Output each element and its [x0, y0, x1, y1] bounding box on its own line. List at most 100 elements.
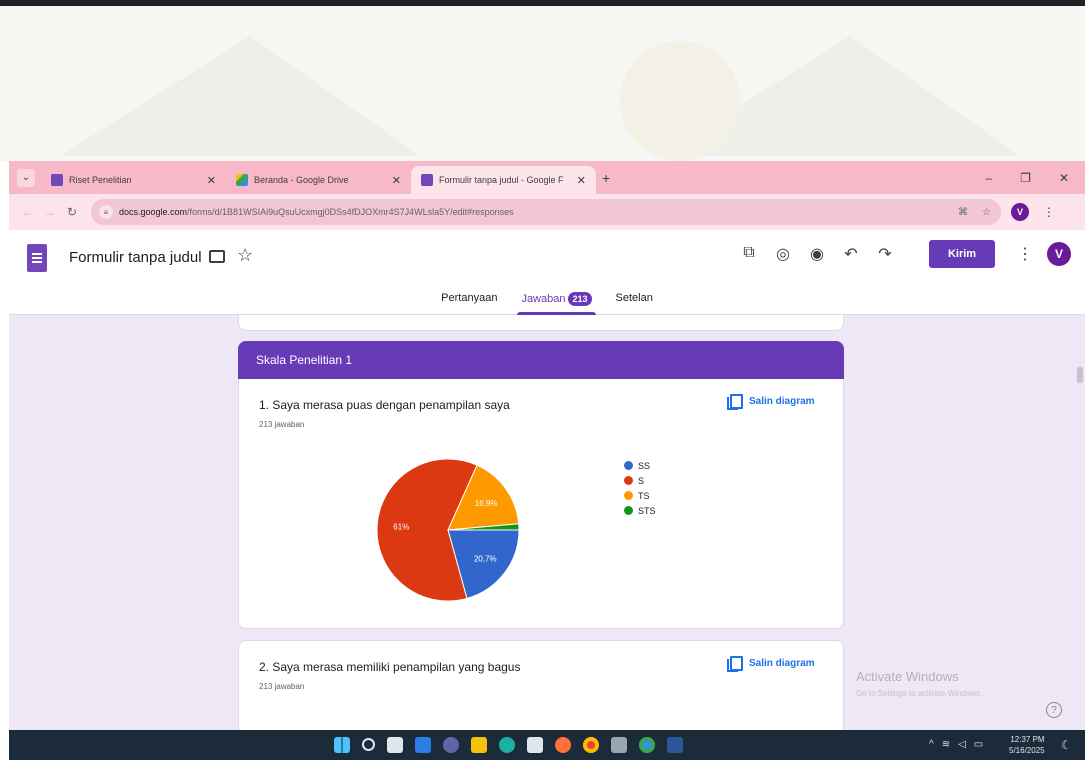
back-arrow-icon[interactable]: ← [17, 205, 39, 219]
start-windows-icon[interactable] [334, 737, 350, 753]
store-icon[interactable] [527, 737, 543, 753]
task-view-icon[interactable] [387, 737, 403, 753]
star-icon[interactable]: ☆ [237, 245, 253, 266]
tab-title: Formulir tanpa judul - Google F [439, 175, 564, 185]
tab-title: Beranda - Google Drive [254, 175, 349, 185]
site-info-icon[interactable]: ≡ [99, 205, 113, 219]
bookmark-star-icon[interactable]: ☆ [982, 207, 991, 218]
edge-browser-icon[interactable] [499, 737, 515, 753]
help-icon[interactable]: ? [1046, 702, 1062, 718]
legend-swatch [624, 506, 633, 515]
widgets-icon[interactable] [415, 737, 431, 753]
url-host: docs.google.com [119, 207, 188, 217]
system-tray: ^ ≋ ◁ ▭ [929, 739, 983, 750]
browser-tab-drive[interactable]: Beranda - Google Drive ✕ [226, 166, 411, 194]
reload-icon[interactable]: ↻ [61, 205, 83, 219]
folder-icon[interactable] [209, 250, 225, 263]
word-icon[interactable] [667, 737, 683, 753]
battery-icon[interactable]: ▭ [974, 739, 983, 750]
response-count: 213 jawaban [259, 682, 305, 691]
question-summary-card: 1. Saya merasa puas dengan penampilan sa… [238, 379, 844, 629]
responses-count-badge: 213 [568, 292, 592, 306]
legend-swatch [624, 461, 633, 470]
clock[interactable]: 12:37 PM 5/16/2025 [1009, 734, 1045, 756]
tab-close-icon[interactable]: ✕ [392, 174, 401, 187]
previous-card [238, 315, 844, 331]
forms-icon [51, 174, 63, 186]
account-avatar[interactable]: V [1047, 242, 1071, 266]
tab-setelan[interactable]: Setelan [612, 290, 657, 315]
header-toolbar: ⧉ ◎ ◉ ↶ ↷ [741, 244, 893, 264]
browser-profile-avatar[interactable]: V [1011, 203, 1029, 221]
chrome-icon[interactable] [583, 737, 599, 753]
section-header: Skala Penelitian 1 [238, 341, 844, 379]
legend-label: STS [638, 505, 656, 516]
more-options-icon[interactable]: ⋮ [1017, 244, 1033, 264]
tab-close-icon[interactable]: ✕ [207, 174, 216, 187]
legend-label: TS [638, 490, 650, 501]
activate-windows-subtitle: Go to Settings to activate Windows. [856, 689, 983, 698]
browser-menu-icon[interactable]: ⋮ [1043, 205, 1055, 219]
volume-icon[interactable]: ◁ [958, 739, 966, 750]
tab-jawaban[interactable]: Jawaban 213 [517, 290, 596, 315]
send-button[interactable]: Kirim [929, 240, 995, 268]
copy-chart-button[interactable]: Salin diagram [727, 656, 815, 672]
restore-icon[interactable]: ❐ [1020, 171, 1031, 185]
background-watermark [0, 6, 1085, 161]
firefox-icon[interactable] [555, 737, 571, 753]
preview-eye-icon[interactable]: ◉ [809, 244, 825, 264]
activate-windows-title: Activate Windows [856, 669, 959, 684]
chat-icon[interactable] [443, 737, 459, 753]
legend-label: S [638, 475, 645, 486]
url-path: /forms/d/1B81WSIAi9uQsuUcxmgj0DSs4fDJOXm… [187, 207, 514, 217]
addon-puzzle-icon[interactable]: ⧉ [741, 244, 757, 264]
close-window-icon[interactable]: ✕ [1059, 171, 1069, 185]
question-title: 2. Saya merasa memiliki penampilan yang … [259, 660, 521, 674]
forward-arrow-icon[interactable]: → [39, 205, 61, 219]
url-actions: ⌘ ☆ [958, 207, 991, 218]
forms-header: Formulir tanpa judul ☆ ⧉ ◎ ◉ ↶ ↷ Kirim ⋮… [9, 230, 1085, 315]
tab-label: Pertanyaan [441, 292, 498, 304]
pie-chart: 20,7% 61% 16,9% [376, 458, 520, 602]
form-tabs: Pertanyaan Jawaban 213 Setelan [9, 290, 1085, 315]
redo-icon[interactable]: ↷ [877, 244, 893, 264]
browser-tab-strip: ⌄ Riset Penelitian ✕ Beranda - Google Dr… [9, 161, 1085, 194]
tab-search-chevron-down-icon[interactable]: ⌄ [17, 168, 35, 187]
browser-tab-forms[interactable]: Formulir tanpa judul - Google F ✕ [411, 166, 596, 194]
drive-icon [236, 174, 248, 186]
chevron-up-icon[interactable]: ^ [929, 739, 934, 750]
tab-title: Riset Penelitian [69, 175, 132, 185]
clock-time: 12:37 PM [1010, 735, 1045, 744]
url-field[interactable]: ≡ docs.google.com/forms/d/1B81WSIAi9uQsu… [91, 199, 1001, 225]
pie-data-label: 16,9% [475, 499, 498, 508]
minimize-icon[interactable]: – [985, 171, 992, 185]
legend-item-ts: TS [624, 488, 656, 503]
palette-icon[interactable]: ◎ [775, 244, 791, 264]
clock-date: 5/16/2025 [1009, 746, 1045, 755]
tab-close-icon[interactable]: ✕ [577, 174, 586, 187]
legend-swatch [624, 476, 633, 485]
responses-content: Skala Penelitian 1 1. Saya merasa puas d… [9, 315, 1085, 730]
notification-icon[interactable]: ☾ [1061, 738, 1072, 752]
chrome-profile-icon[interactable] [639, 737, 655, 753]
tab-pertanyaan[interactable]: Pertanyaan [437, 290, 501, 315]
legend-item-sts: STS [624, 503, 656, 518]
translate-icon[interactable]: ⌘ [958, 207, 968, 218]
legend-item-s: S [624, 473, 656, 488]
search-icon[interactable] [362, 738, 375, 751]
undo-icon[interactable]: ↶ [843, 244, 859, 264]
windows-taskbar: ^ ≋ ◁ ▭ 12:37 PM 5/16/2025 ☾ [9, 730, 1085, 760]
chart-legend: SS S TS STS [624, 458, 656, 518]
browser-tab-riset[interactable]: Riset Penelitian ✕ [41, 166, 226, 194]
pie-data-label: 61% [393, 522, 409, 531]
wifi-icon[interactable]: ≋ [942, 739, 950, 750]
form-title[interactable]: Formulir tanpa judul [69, 249, 202, 266]
copy-icon [727, 656, 743, 672]
file-explorer-icon[interactable] [471, 737, 487, 753]
scrollbar-thumb[interactable] [1077, 367, 1083, 383]
google-forms-logo-icon[interactable] [27, 244, 47, 272]
new-tab-plus-icon[interactable]: + [602, 170, 610, 186]
taskbar-apps [334, 737, 683, 753]
photos-icon[interactable] [611, 737, 627, 753]
watermark-shape [60, 36, 1020, 161]
